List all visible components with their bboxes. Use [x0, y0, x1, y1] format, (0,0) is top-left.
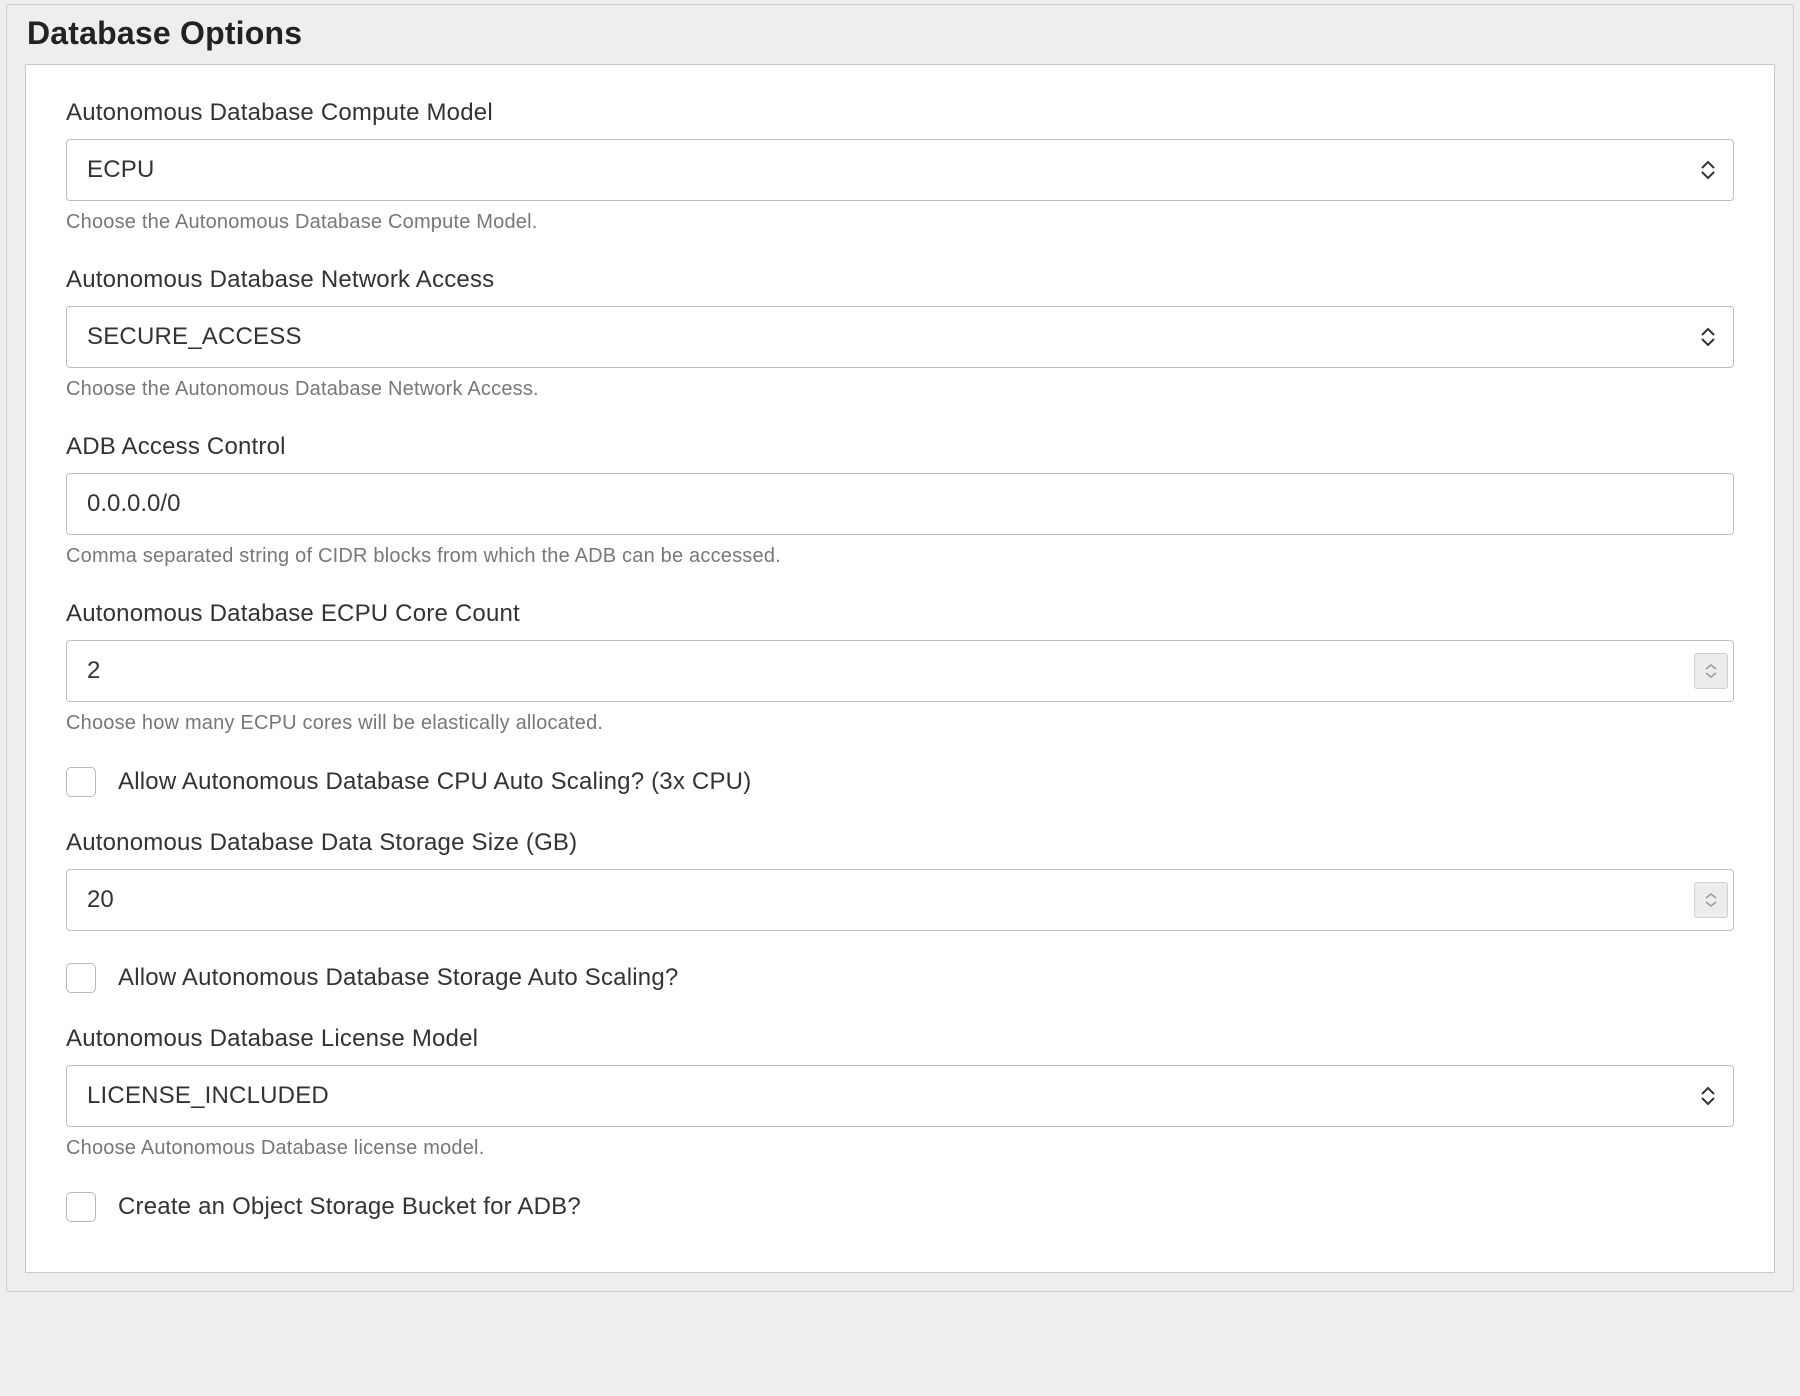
field-cpu-autoscale: Allow Autonomous Database CPU Auto Scali…	[66, 767, 1734, 797]
network-access-value: SECURE_ACCESS	[87, 323, 302, 351]
access-control-input[interactable]	[66, 473, 1734, 535]
storage-size-input[interactable]	[66, 869, 1734, 931]
field-license-model: Autonomous Database License Model LICENS…	[66, 1025, 1734, 1160]
field-create-bucket: Create an Object Storage Bucket for ADB?	[66, 1192, 1734, 1222]
create-bucket-checkbox[interactable]	[66, 1192, 96, 1222]
compute-model-select[interactable]: ECPU	[66, 139, 1734, 201]
compute-model-value: ECPU	[87, 156, 154, 184]
field-access-control: ADB Access Control Comma separated strin…	[66, 433, 1734, 568]
access-control-label: ADB Access Control	[66, 433, 1734, 461]
license-model-value: LICENSE_INCLUDED	[87, 1082, 329, 1110]
field-ecpu-core-count: Autonomous Database ECPU Core Count Choo…	[66, 600, 1734, 735]
field-compute-model: Autonomous Database Compute Model ECPU C…	[66, 99, 1734, 234]
field-network-access: Autonomous Database Network Access SECUR…	[66, 266, 1734, 401]
license-model-help: Choose Autonomous Database license model…	[66, 1137, 1734, 1160]
network-access-help: Choose the Autonomous Database Network A…	[66, 378, 1734, 401]
access-control-help: Comma separated string of CIDR blocks fr…	[66, 545, 1734, 568]
storage-size-label: Autonomous Database Data Storage Size (G…	[66, 829, 1734, 857]
ecpu-core-count-label: Autonomous Database ECPU Core Count	[66, 600, 1734, 628]
panel-body: Autonomous Database Compute Model ECPU C…	[25, 64, 1775, 1273]
network-access-label: Autonomous Database Network Access	[66, 266, 1734, 294]
storage-autoscale-label: Allow Autonomous Database Storage Auto S…	[118, 964, 678, 992]
create-bucket-label: Create an Object Storage Bucket for ADB?	[118, 1193, 581, 1221]
cpu-autoscale-checkbox[interactable]	[66, 767, 96, 797]
compute-model-help: Choose the Autonomous Database Compute M…	[66, 211, 1734, 234]
compute-model-label: Autonomous Database Compute Model	[66, 99, 1734, 127]
license-model-select[interactable]: LICENSE_INCLUDED	[66, 1065, 1734, 1127]
field-storage-autoscale: Allow Autonomous Database Storage Auto S…	[66, 963, 1734, 993]
ecpu-core-count-input[interactable]	[66, 640, 1734, 702]
field-storage-size: Autonomous Database Data Storage Size (G…	[66, 829, 1734, 931]
database-options-panel: Database Options Autonomous Database Com…	[6, 4, 1794, 1292]
panel-title: Database Options	[25, 5, 1775, 64]
cpu-autoscale-label: Allow Autonomous Database CPU Auto Scali…	[118, 768, 751, 796]
license-model-label: Autonomous Database License Model	[66, 1025, 1734, 1053]
storage-autoscale-checkbox[interactable]	[66, 963, 96, 993]
network-access-select[interactable]: SECURE_ACCESS	[66, 306, 1734, 368]
ecpu-core-count-help: Choose how many ECPU cores will be elast…	[66, 712, 1734, 735]
